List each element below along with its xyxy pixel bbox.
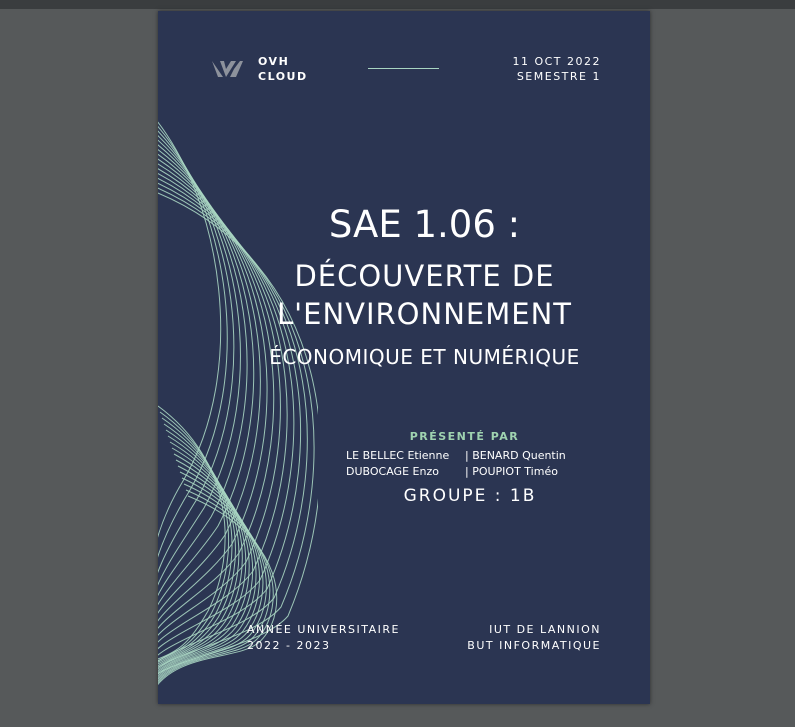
program-name: BUT INFORMATIQUE — [467, 639, 601, 652]
presented-by-label: PRÉSENTÉ PAR — [409, 430, 520, 443]
academic-year-label: ANNÉE UNIVERSITAIRE — [247, 623, 400, 636]
title-line-2: DÉCOUVERTE DE — [294, 259, 555, 293]
member-name: | POUPIOT Timéo — [465, 465, 558, 478]
member-name: | BENARD Quentin — [465, 449, 566, 462]
footer-left: ANNÉE UNIVERSITAIRE 2022 - 2023 — [247, 622, 400, 654]
header-divider — [368, 68, 439, 69]
member-name: LE BELLEC Etienne — [346, 449, 450, 462]
title-line-4: ÉCONOMIQUE ET NUMÉRIQUE — [269, 345, 580, 369]
footer-right: IUT DE LANNION BUT INFORMATIQUE — [467, 622, 601, 654]
document-page: OVH CLOUD 11 OCT 2022 SEMESTRE 1 SAE 1.0… — [158, 11, 650, 704]
viewer-top-bar — [0, 0, 795, 9]
wave-line-outer — [158, 130, 235, 574]
title-line-1: SAE 1.06 : — [328, 203, 521, 246]
logo-text: OVH CLOUD — [258, 54, 308, 84]
title-line-3: L'ENVIRONNEMENT — [277, 297, 572, 331]
group-label: GROUPE : 1B — [403, 486, 537, 506]
ovh-logo-icon — [212, 61, 243, 77]
semester: SEMESTRE 1 — [516, 70, 601, 83]
academic-year: 2022 - 2023 — [247, 639, 331, 652]
wave-line-outer — [158, 178, 302, 656]
date: 11 OCT 2022 — [512, 55, 601, 68]
logo-line-2: CLOUD — [258, 70, 308, 83]
member-name: DUBOCAGE Enzo — [346, 465, 439, 478]
date-block: 11 OCT 2022 SEMESTRE 1 — [512, 54, 601, 84]
logo-line-1: OVH — [258, 55, 290, 68]
school-name: IUT DE LANNION — [489, 623, 601, 636]
